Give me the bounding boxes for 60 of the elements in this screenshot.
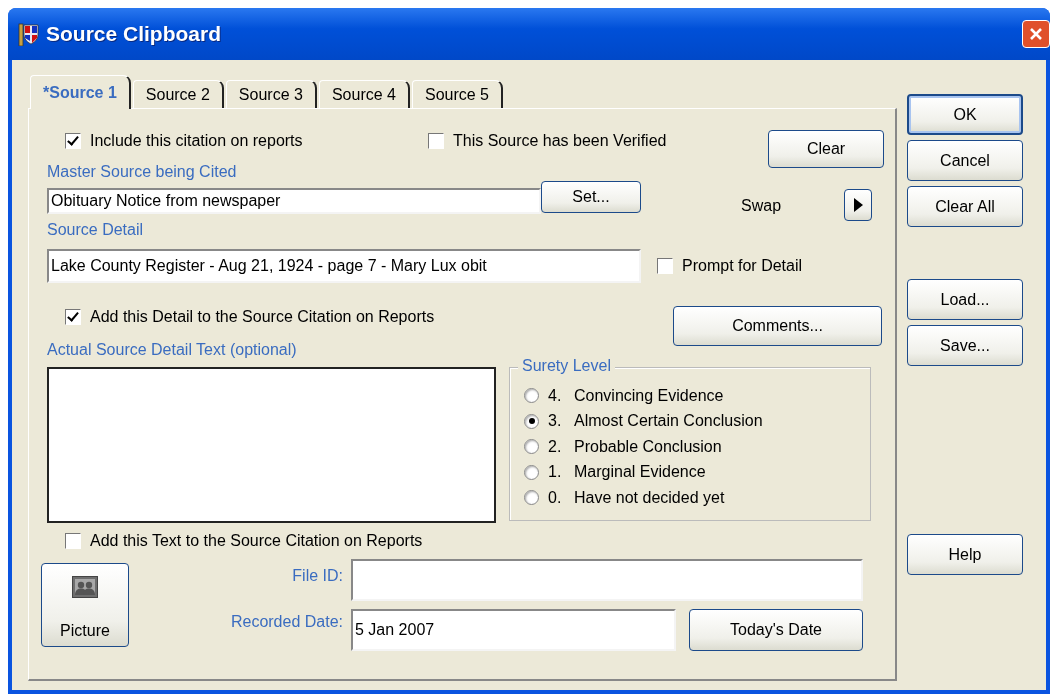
close-icon	[1028, 26, 1044, 42]
checkbox-label: Add this Detail to the Source Citation on Reports	[90, 308, 435, 326]
checkbox[interactable]	[657, 258, 673, 274]
triangle-right-icon	[853, 198, 863, 212]
source-detail-field[interactable]: Lake County Register - Aug 21, 1924 - page 7 - Mary Lux obit	[47, 249, 641, 283]
picture-button[interactable]: Picture	[41, 563, 129, 647]
radio-button[interactable]	[524, 413, 539, 429]
field-label: Actual Source Detail Text (optional)	[47, 341, 298, 359]
master-source-field[interactable]: Obituary Notice from newspaper	[47, 188, 541, 214]
radio-button[interactable]	[524, 490, 539, 506]
shield-icon	[18, 22, 40, 46]
todays-date-button[interactable]: Today's Date	[689, 609, 863, 651]
option-number: 4.	[548, 386, 563, 405]
dialog-button[interactable]: Load...	[907, 279, 1023, 320]
option-number: 0.	[548, 488, 563, 507]
window-title: Source Clipboard	[46, 22, 223, 46]
radio-label: Convincing Evidence	[574, 386, 724, 405]
radio-button[interactable]	[524, 464, 539, 480]
dialog-button[interactable]: Save...	[907, 325, 1023, 366]
tab[interactable]: Source 5	[411, 80, 503, 108]
radio-label: Probable Conclusion	[574, 437, 722, 456]
checkbox-label: Include this citation on reports	[90, 132, 303, 150]
checkbox[interactable]	[65, 533, 81, 549]
tab[interactable]: Source 3	[225, 80, 317, 108]
dialog-button[interactable]: OK	[907, 94, 1023, 135]
swap-label: Swap	[741, 197, 783, 215]
dialog-button[interactable]: Clear All	[907, 186, 1023, 227]
checkbox[interactable]	[65, 309, 81, 325]
radio-button[interactable]	[524, 439, 539, 455]
field-label: Recorded Date:	[230, 613, 344, 631]
dialog-button[interactable]: Cancel	[907, 140, 1023, 181]
option-number: 2.	[548, 437, 563, 456]
option-number: 3.	[548, 412, 563, 431]
field-label: Source Detail	[47, 221, 145, 239]
option-number: 1.	[548, 463, 563, 482]
swap-button[interactable]	[844, 189, 872, 221]
radio-button[interactable]	[524, 388, 539, 404]
tab[interactable]: Source 4	[318, 80, 410, 108]
group-title: Surety Level	[518, 357, 615, 375]
comments-button[interactable]: Comments...	[673, 306, 882, 346]
close-button[interactable]	[1022, 20, 1050, 48]
checkbox-label: Add this Text to the Source Citation on Reports	[90, 532, 423, 550]
dialog-button[interactable]: Help	[907, 534, 1023, 575]
detail-text-area[interactable]	[47, 367, 496, 523]
checkbox[interactable]	[428, 133, 444, 149]
set-button[interactable]: Set...	[541, 181, 641, 213]
checkbox[interactable]	[65, 133, 81, 149]
tab[interactable]: Source 2	[132, 80, 224, 108]
radio-label: Almost Certain Conclusion	[574, 412, 763, 431]
checkbox-label: This Source has been Verified	[453, 132, 667, 150]
photo-icon	[72, 576, 98, 598]
field-label: File ID:	[292, 567, 344, 585]
clear-button[interactable]: Clear	[768, 130, 884, 168]
recorded-date-field[interactable]: 5 Jan 2007	[351, 609, 676, 651]
file-id-field[interactable]	[351, 559, 863, 601]
checkbox-label: Prompt for Detail	[682, 257, 803, 275]
radio-label: Marginal Evidence	[574, 463, 706, 482]
field-label: Master Source being Cited	[47, 163, 238, 181]
tab[interactable]: *Source 1	[30, 75, 131, 109]
radio-label: Have not decided yet	[574, 488, 725, 507]
